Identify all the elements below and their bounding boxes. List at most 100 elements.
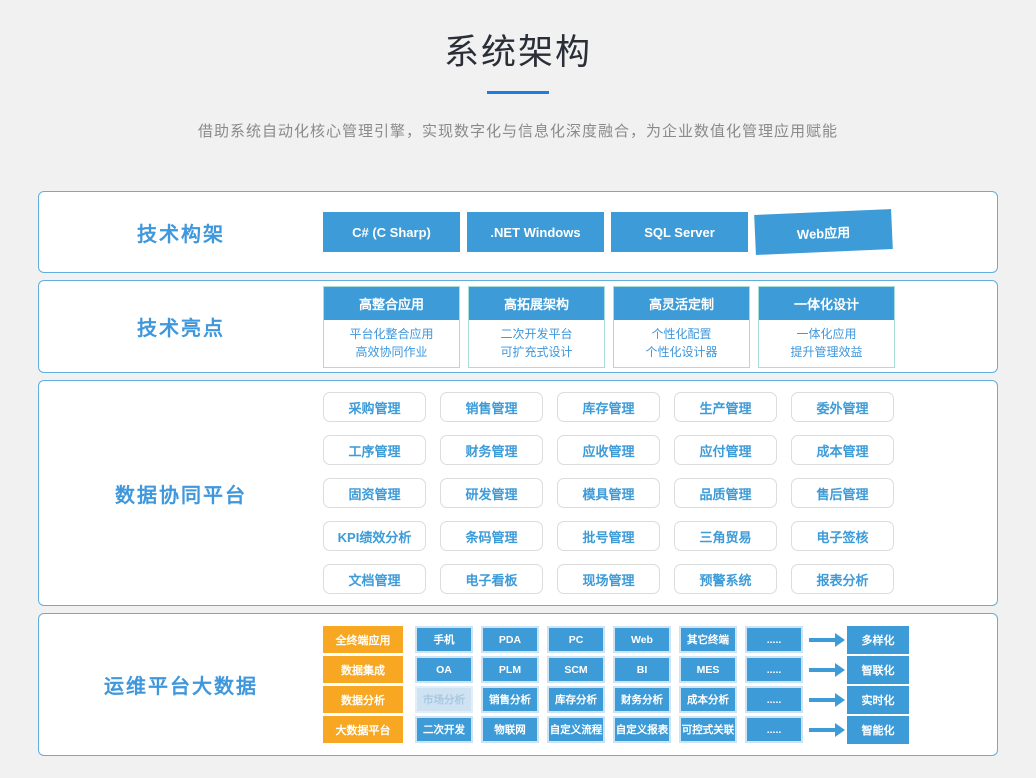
framework-button-csharp[interactable]: C# (C Sharp)	[323, 212, 460, 252]
ops-row-terminals: 全终端应用 手机 PDA PC Web 其它终端 ..... 多样化	[323, 626, 909, 654]
ops-result-realtime: 实时化	[847, 686, 909, 714]
highlight-card-body: 平台化整合应用 高效协同作业	[324, 320, 459, 367]
module-chip-kanban[interactable]: 电子看板	[440, 564, 543, 594]
highlight-card-title: 一体化设计	[759, 287, 894, 320]
section-ops-platform: 运维平台大数据 全终端应用 手机 PDA PC Web 其它终端 ..... 多…	[38, 613, 998, 756]
module-chip-outsourcing[interactable]: 委外管理	[791, 392, 894, 422]
flow-arrow-icon	[809, 723, 845, 737]
module-chip-sales[interactable]: 销售管理	[440, 392, 543, 422]
module-chip-purchasing[interactable]: 采购管理	[323, 392, 426, 422]
ops-cell-scm[interactable]: SCM	[547, 656, 605, 683]
module-grid: 采购管理 销售管理 库存管理 生产管理 委外管理 工序管理 财务管理 应收管理 …	[323, 392, 894, 594]
page-title: 系统架构	[0, 0, 1036, 75]
ops-result-diversified: 多样化	[847, 626, 909, 654]
ops-cell-pc[interactable]: PC	[547, 626, 605, 653]
module-chip-triangular-trade[interactable]: 三角贸易	[674, 521, 777, 551]
module-chip-quality[interactable]: 品质管理	[674, 478, 777, 508]
ops-category-label: 数据集成	[323, 656, 403, 683]
ops-cell-ellipsis: .....	[745, 656, 803, 683]
highlight-card-body: 个性化配置 个性化设计器	[614, 320, 749, 367]
ops-category-label: 数据分析	[323, 686, 403, 713]
flow-arrow-icon	[809, 663, 845, 677]
ops-cell-other-terminals[interactable]: 其它终端	[679, 626, 737, 653]
highlight-card-body: 一体化应用 提升管理效益	[759, 320, 894, 367]
section-data-platform: 数据协同平台 采购管理 销售管理 库存管理 生产管理 委外管理 工序管理 财务管…	[38, 380, 998, 606]
ops-cell-custom-workflow[interactable]: 自定义流程	[547, 716, 605, 743]
ops-cell-sales-analysis[interactable]: 销售分析	[481, 686, 539, 713]
ops-row-analysis: 数据分析 市场分析 销售分析 库存分析 财务分析 成本分析 ..... 实时化	[323, 686, 909, 714]
module-chip-barcode[interactable]: 条码管理	[440, 521, 543, 551]
module-chip-esign[interactable]: 电子签核	[791, 521, 894, 551]
ops-cell-web[interactable]: Web	[613, 626, 671, 653]
highlight-cards: 高整合应用 平台化整合应用 高效协同作业 高拓展架构 二次开发平台 可扩充式设计…	[323, 286, 895, 368]
framework-button-dotnet[interactable]: .NET Windows	[467, 212, 604, 252]
highlight-line: 个性化配置	[614, 325, 749, 343]
module-chip-batch[interactable]: 批号管理	[557, 521, 660, 551]
highlight-card-unified: 一体化设计 一体化应用 提升管理效益	[758, 286, 895, 368]
section-label-area: 技术构架	[39, 218, 323, 247]
ops-cell-controllable-link[interactable]: 可控式关联	[679, 716, 737, 743]
highlight-line: 平台化整合应用	[324, 325, 459, 343]
module-chip-document[interactable]: 文档管理	[323, 564, 426, 594]
highlight-line: 高效协同作业	[324, 343, 459, 361]
ops-row-integration: 数据集成 OA PLM SCM BI MES ..... 智联化	[323, 656, 909, 684]
ops-cell-oa[interactable]: OA	[415, 656, 473, 683]
module-chip-report[interactable]: 报表分析	[791, 564, 894, 594]
ops-cell-finance-analysis[interactable]: 财务分析	[613, 686, 671, 713]
ops-cell-market-analysis[interactable]: 市场分析	[415, 686, 473, 713]
module-chip-cost[interactable]: 成本管理	[791, 435, 894, 465]
flow-arrow-icon	[809, 633, 845, 647]
module-chip-mold[interactable]: 模具管理	[557, 478, 660, 508]
ops-cell-inventory-analysis[interactable]: 库存分析	[547, 686, 605, 713]
ops-result-intelligent: 智能化	[847, 716, 909, 744]
ops-cell-custom-report[interactable]: 自定义报表	[613, 716, 671, 743]
module-chip-kpi[interactable]: KPI绩效分析	[323, 521, 426, 551]
ops-cell-mobile[interactable]: 手机	[415, 626, 473, 653]
module-chip-finance[interactable]: 财务管理	[440, 435, 543, 465]
sections-container: 技术构架 C# (C Sharp) .NET Windows SQL Serve…	[0, 191, 1036, 756]
framework-buttons: C# (C Sharp) .NET Windows SQL Server Web…	[323, 212, 892, 252]
ops-cell-cost-analysis[interactable]: 成本分析	[679, 686, 737, 713]
module-chip-aftersales[interactable]: 售后管理	[791, 478, 894, 508]
ops-cell-bi[interactable]: BI	[613, 656, 671, 683]
ops-cell-mes[interactable]: MES	[679, 656, 737, 683]
highlight-card-flexibility: 高灵活定制 个性化配置 个性化设计器	[613, 286, 750, 368]
ops-row-bigdata: 大数据平台 二次开发 物联网 自定义流程 自定义报表 可控式关联 ..... 智…	[323, 716, 909, 744]
ops-cell-secondary-dev[interactable]: 二次开发	[415, 716, 473, 743]
ops-cell-ellipsis: .....	[745, 686, 803, 713]
module-chip-production[interactable]: 生产管理	[674, 392, 777, 422]
section-label-tech-framework: 技术构架	[137, 224, 225, 246]
highlight-card-title: 高整合应用	[324, 287, 459, 320]
module-chip-receivables[interactable]: 应收管理	[557, 435, 660, 465]
highlight-card-integration: 高整合应用 平台化整合应用 高效协同作业	[323, 286, 460, 368]
ops-category-label: 大数据平台	[323, 716, 403, 743]
module-chip-payables[interactable]: 应付管理	[674, 435, 777, 465]
section-label-area: 数据协同平台	[39, 479, 323, 508]
highlight-card-body: 二次开发平台 可扩充式设计	[469, 320, 604, 367]
section-label-area: 运维平台大数据	[39, 670, 323, 699]
highlight-card-title: 高拓展架构	[469, 287, 604, 320]
highlight-line: 二次开发平台	[469, 325, 604, 343]
highlight-card-title: 高灵活定制	[614, 287, 749, 320]
highlight-line: 个性化设计器	[614, 343, 749, 361]
module-chip-process[interactable]: 工序管理	[323, 435, 426, 465]
module-chip-fixed-assets[interactable]: 固资管理	[323, 478, 426, 508]
system-architecture-page: 系统架构 借助系统自动化核心管理引擎，实现数字化与信息化深度融合，为企业数值化管…	[0, 0, 1036, 778]
highlight-line: 可扩充式设计	[469, 343, 604, 361]
section-label-data-platform: 数据协同平台	[115, 485, 247, 507]
module-chip-onsite[interactable]: 现场管理	[557, 564, 660, 594]
section-tech-framework: 技术构架 C# (C Sharp) .NET Windows SQL Serve…	[38, 191, 998, 273]
ops-result-interconnected: 智联化	[847, 656, 909, 684]
framework-button-sqlserver[interactable]: SQL Server	[611, 212, 748, 252]
module-chip-alert[interactable]: 预警系统	[674, 564, 777, 594]
ops-cell-iot[interactable]: 物联网	[481, 716, 539, 743]
ops-cell-plm[interactable]: PLM	[481, 656, 539, 683]
ops-cell-pda[interactable]: PDA	[481, 626, 539, 653]
title-underline	[487, 91, 549, 94]
section-label-area: 技术亮点	[39, 312, 323, 341]
ops-rows: 全终端应用 手机 PDA PC Web 其它终端 ..... 多样化 数据集成 …	[323, 626, 909, 744]
module-chip-inventory[interactable]: 库存管理	[557, 392, 660, 422]
framework-button-web[interactable]: Web应用	[754, 209, 893, 255]
section-tech-highlights: 技术亮点 高整合应用 平台化整合应用 高效协同作业 高拓展架构 二次开发平台 可…	[38, 280, 998, 373]
module-chip-rnd[interactable]: 研发管理	[440, 478, 543, 508]
